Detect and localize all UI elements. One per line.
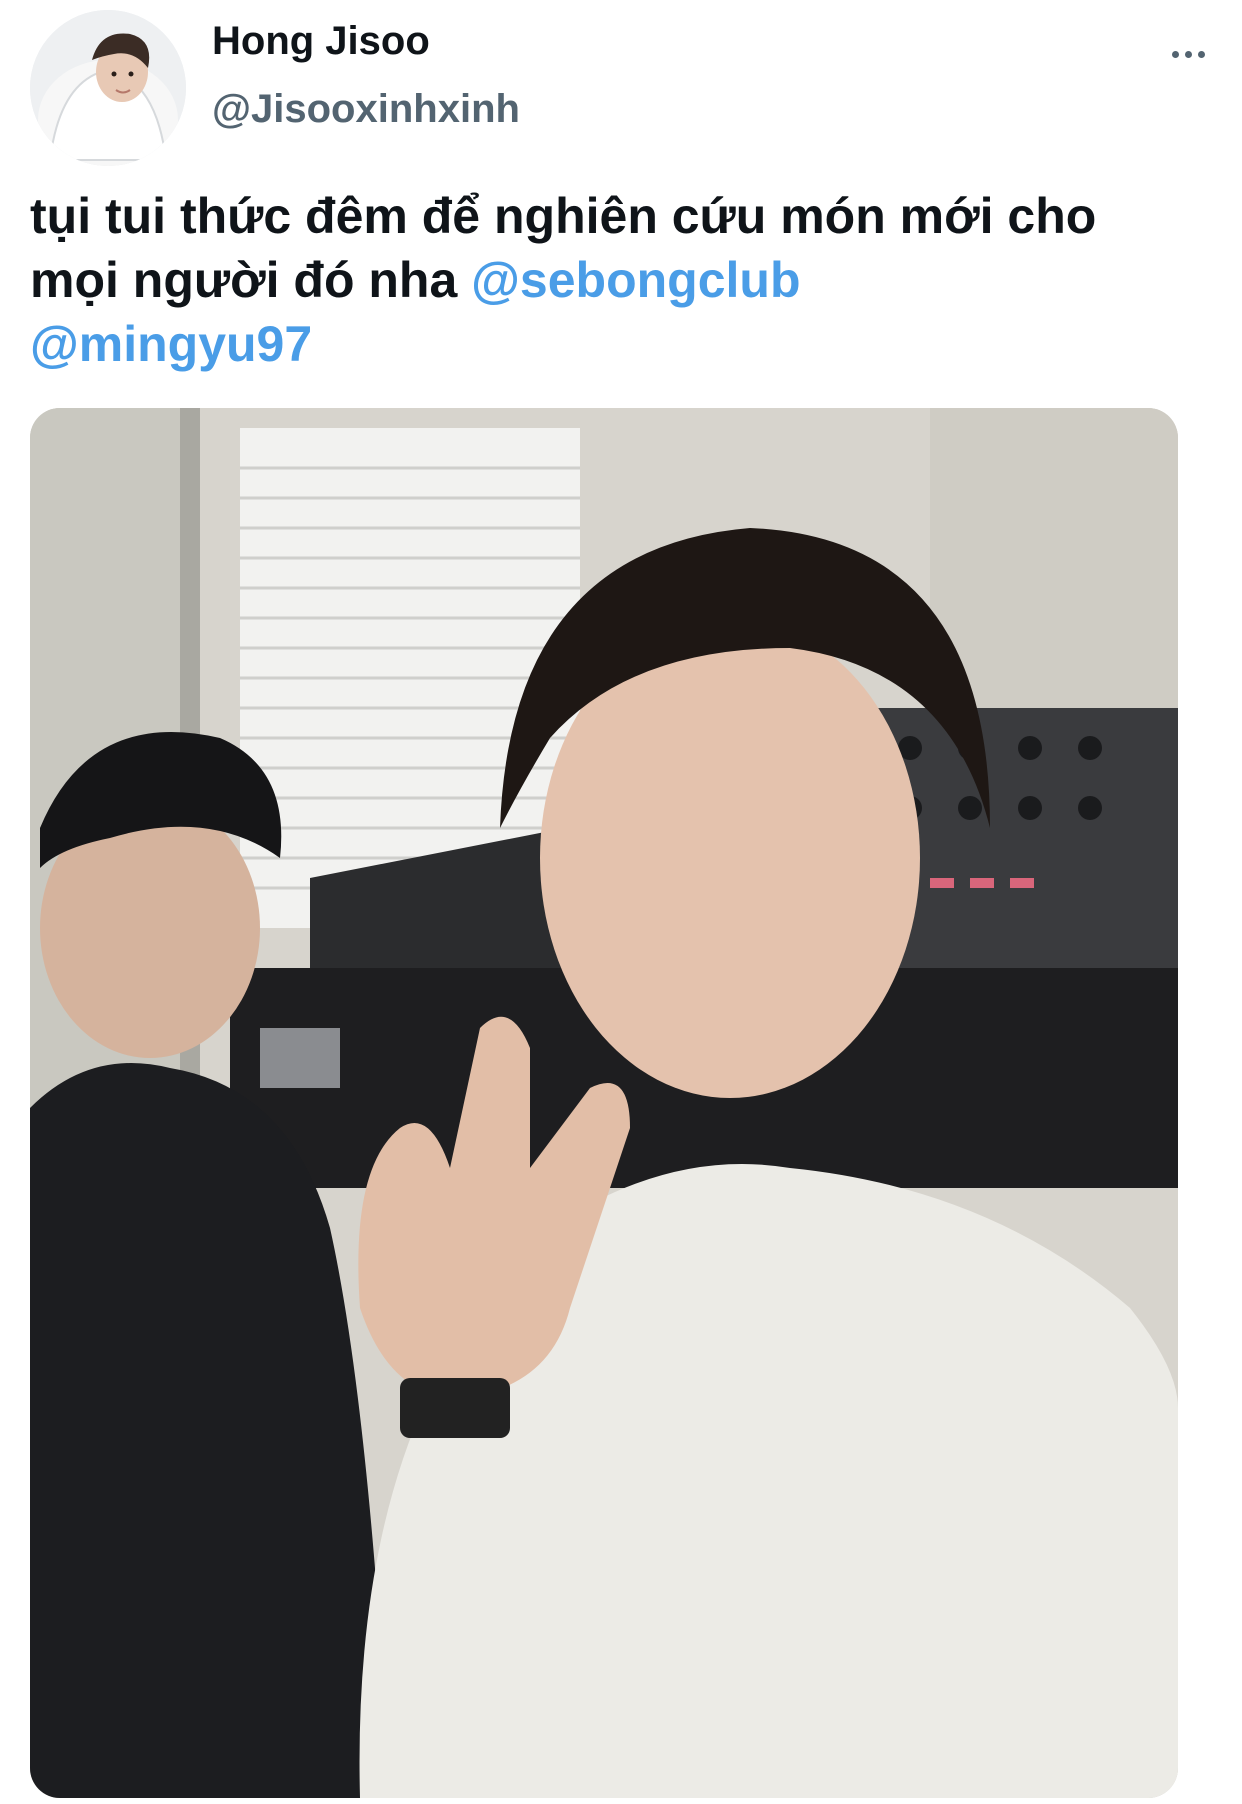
user-handle[interactable]: @Jisooxinhxinh [212,86,520,132]
mention-link[interactable]: @sebongclub [471,252,800,308]
avatar[interactable] [30,10,186,166]
tweet-text: tụi tui thức đêm để nghiên cứu món mới c… [30,184,1180,376]
tweet-card[interactable]: Hong Jisoo @Jisooxinhxinh tụi tui thức đ… [0,0,1242,1804]
photo-illustration [30,408,1178,1798]
tweet-photo[interactable] [30,408,1178,1798]
more-horizontal-icon [1169,50,1208,58]
more-options-button[interactable] [1160,36,1216,72]
display-name[interactable]: Hong Jisoo [212,18,430,64]
mention-link[interactable]: @mingyu97 [30,316,312,372]
